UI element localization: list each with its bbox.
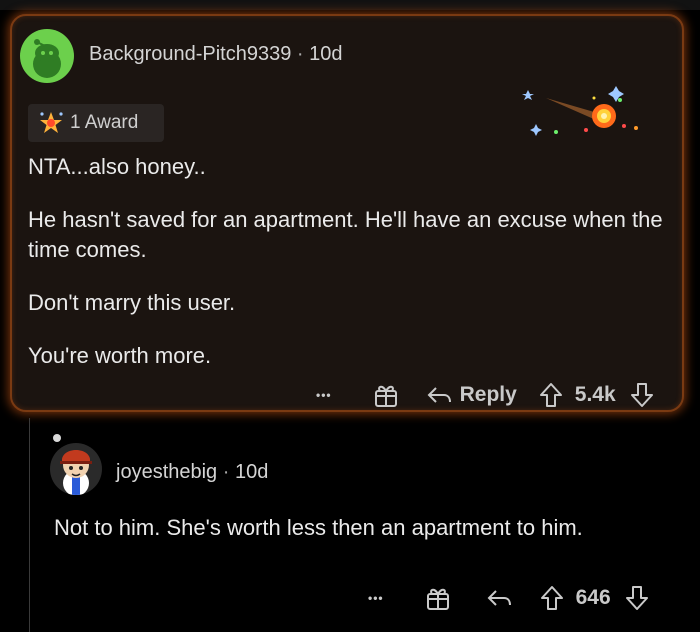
more-icon[interactable]: ••• [316, 388, 332, 402]
gift-icon[interactable] [426, 585, 450, 611]
top-edge [0, 0, 700, 10]
gift-icon[interactable] [374, 382, 398, 408]
comment-paragraph: NTA...also honey.. [28, 154, 206, 179]
separator: · [296, 43, 304, 65]
comment-paragraph: You're worth more. [28, 343, 212, 368]
separator: · [222, 461, 230, 483]
more-icon[interactable]: ••• [368, 591, 384, 605]
antenna-dot-icon [53, 434, 61, 442]
comment-actions: ••• Reply 5.4k [316, 378, 654, 412]
comment-paragraph: He hasn't saved for an apartment. He'll … [28, 207, 663, 262]
comment-actions: ••• 646 [368, 581, 649, 615]
comment-age: 10d [309, 43, 343, 65]
shooting-star-award-icon [516, 84, 646, 144]
reply-icon [426, 385, 452, 405]
reply-button[interactable] [486, 588, 512, 608]
vote-score: 646 [575, 586, 611, 609]
reply-label: Reply [459, 383, 517, 406]
comment-author[interactable]: Background-Pitch9339 · 10d [89, 43, 343, 66]
comment-author[interactable]: joyesthebig · 10d [116, 461, 268, 484]
award-star-icon [38, 110, 64, 136]
comment-paragraph: Not to him. She's worth less then an apa… [54, 515, 583, 540]
snoo-avatar-icon[interactable] [20, 29, 74, 83]
username[interactable]: joyesthebig [116, 461, 217, 483]
thread-line [29, 418, 30, 632]
upvote-icon[interactable] [540, 585, 564, 611]
reply-icon [486, 588, 512, 608]
downvote-icon[interactable] [625, 585, 649, 611]
comment-age: 10d [234, 461, 269, 483]
reply-button[interactable]: Reply [426, 383, 517, 407]
downvote-icon[interactable] [630, 382, 654, 408]
username[interactable]: Background-Pitch9339 [89, 43, 291, 65]
upvote-icon[interactable] [539, 382, 563, 408]
snoo-avatar-icon[interactable] [50, 443, 102, 495]
vote-score: 5.4k [574, 383, 616, 406]
award-label: 1 Award [70, 112, 139, 133]
comment-paragraph: Don't marry this user. [28, 290, 236, 315]
award-badge[interactable]: 1 Award [28, 104, 164, 142]
